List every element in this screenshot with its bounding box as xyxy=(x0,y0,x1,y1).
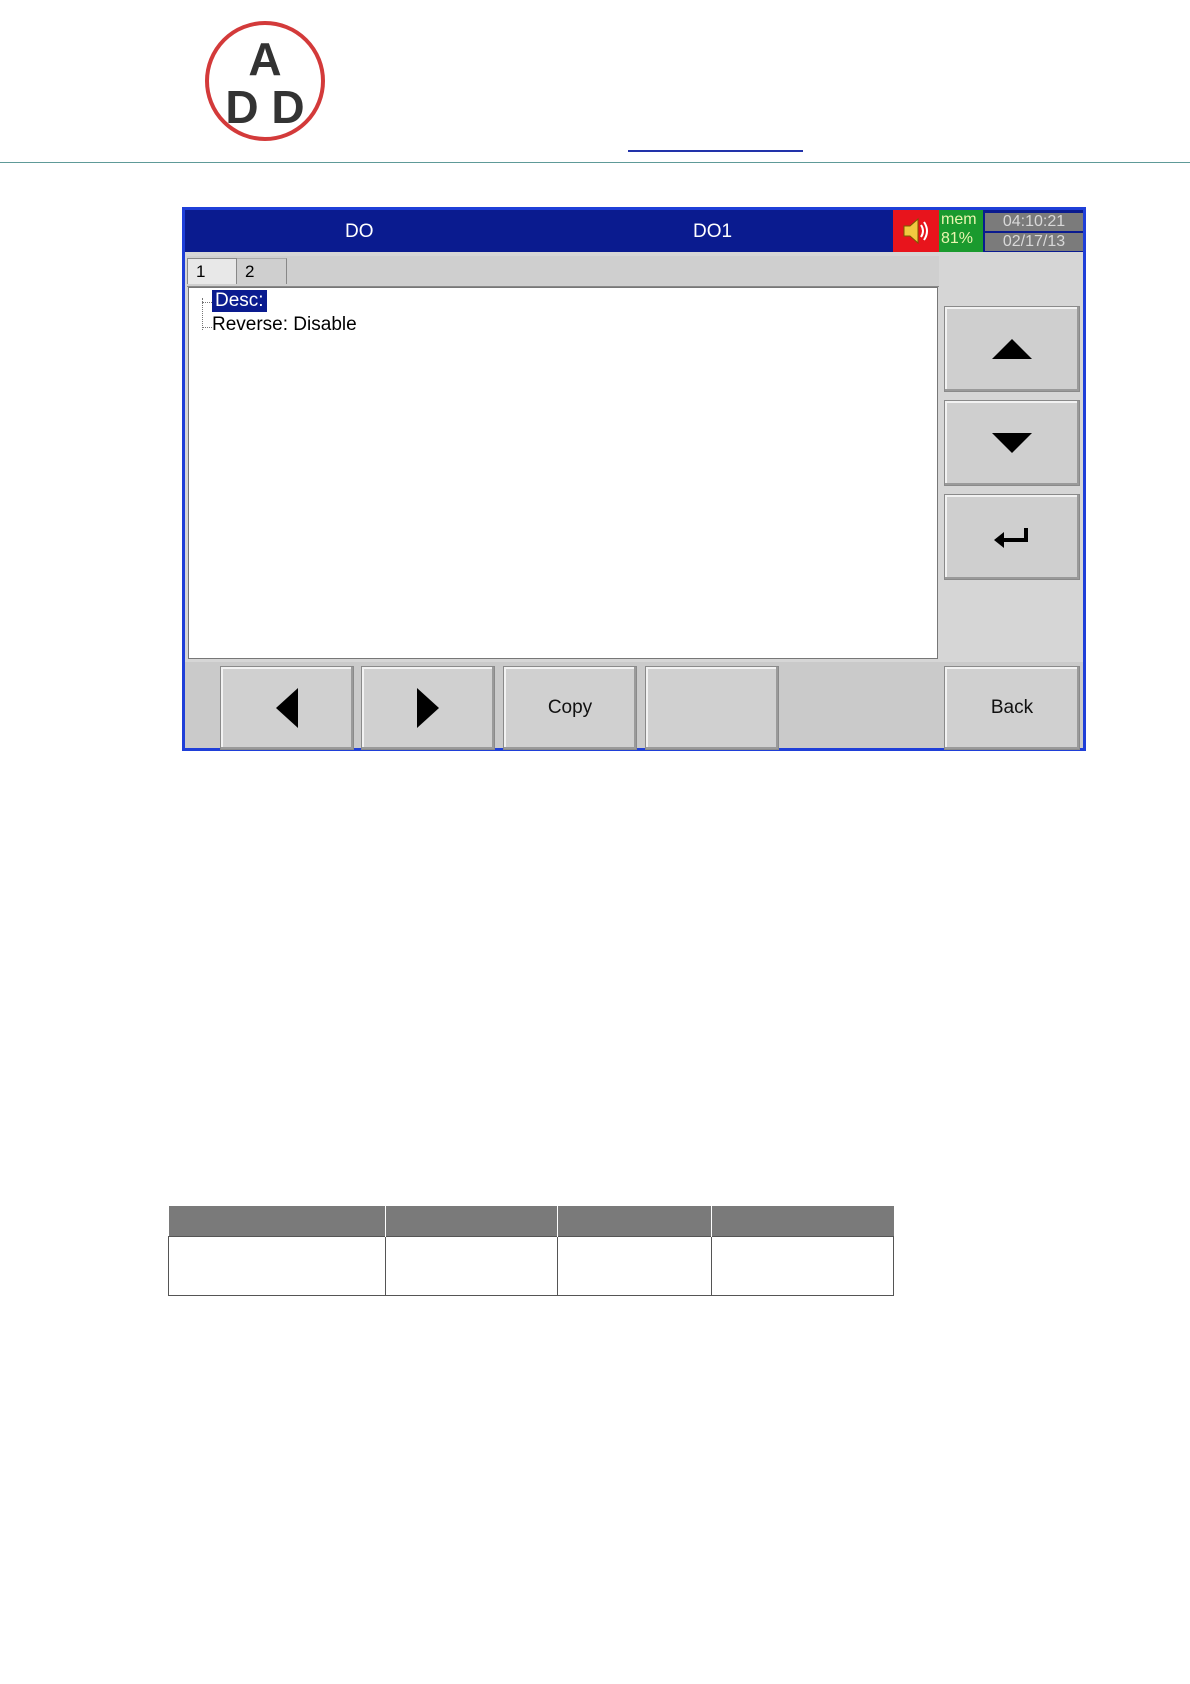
logo-letter-d1: D xyxy=(225,81,258,133)
tree-item-desc[interactable]: Desc: xyxy=(212,290,267,312)
table-header-cell xyxy=(711,1206,894,1237)
header-link-underline[interactable] xyxy=(628,150,803,152)
up-button[interactable] xyxy=(944,306,1080,392)
back-button[interactable]: Back xyxy=(944,666,1080,750)
down-button[interactable] xyxy=(944,400,1080,486)
table-cell xyxy=(557,1236,713,1296)
tab-2[interactable]: 2 xyxy=(237,258,287,284)
doc-table xyxy=(167,1206,894,1296)
prev-button[interactable] xyxy=(220,666,354,750)
clock-time: 04:10:21 xyxy=(985,213,1083,231)
table-cell xyxy=(167,1236,387,1296)
title-bar: DO DO1 mem 81% 04:10:21 02/17/13 xyxy=(185,210,1083,252)
table-header-cell xyxy=(385,1206,559,1237)
table-header-cell xyxy=(168,1206,387,1237)
company-logo: A D D xyxy=(205,21,325,141)
tab-1[interactable]: 1 xyxy=(187,258,237,284)
tree-item-reverse[interactable]: Reverse: Disable xyxy=(212,314,357,336)
blank-button[interactable] xyxy=(645,666,779,750)
title-channel: DO1 xyxy=(693,221,733,242)
arrow-down-icon xyxy=(992,433,1032,453)
arrow-up-icon xyxy=(992,339,1032,359)
next-button[interactable] xyxy=(361,666,495,750)
table-header-row xyxy=(168,1206,894,1237)
memory-indicator: mem 81% xyxy=(939,210,983,252)
mem-value: 81% xyxy=(941,230,974,247)
table-header-cell xyxy=(557,1206,713,1237)
logo-letter-a: A xyxy=(248,33,281,85)
arrow-left-icon xyxy=(276,688,298,728)
tree-connector xyxy=(202,302,212,303)
mem-label: mem xyxy=(941,211,977,228)
table-row xyxy=(167,1236,894,1296)
speaker-icon xyxy=(903,217,928,245)
table-cell xyxy=(385,1236,559,1296)
bottom-toolbar: Copy Back xyxy=(185,662,1083,750)
speaker-button[interactable] xyxy=(893,210,939,252)
enter-button[interactable] xyxy=(944,494,1080,580)
logo-letter-d2: D xyxy=(271,81,304,133)
tree-connector xyxy=(202,327,212,328)
device-screen: DO DO1 mem 81% 04:10:21 02/17/13 1 2 Des… xyxy=(182,207,1086,751)
title-mode: DO xyxy=(345,221,374,242)
clock: 04:10:21 02/17/13 xyxy=(985,213,1083,251)
arrow-right-icon xyxy=(417,688,439,728)
header-divider xyxy=(0,162,1190,163)
settings-tree: Desc: Reverse: Disable xyxy=(188,287,938,659)
enter-icon xyxy=(994,528,1028,548)
tab-strip: 1 2 xyxy=(187,256,939,287)
copy-button[interactable]: Copy xyxy=(503,666,637,750)
clock-date: 02/17/13 xyxy=(985,233,1083,251)
table-cell xyxy=(711,1236,894,1296)
